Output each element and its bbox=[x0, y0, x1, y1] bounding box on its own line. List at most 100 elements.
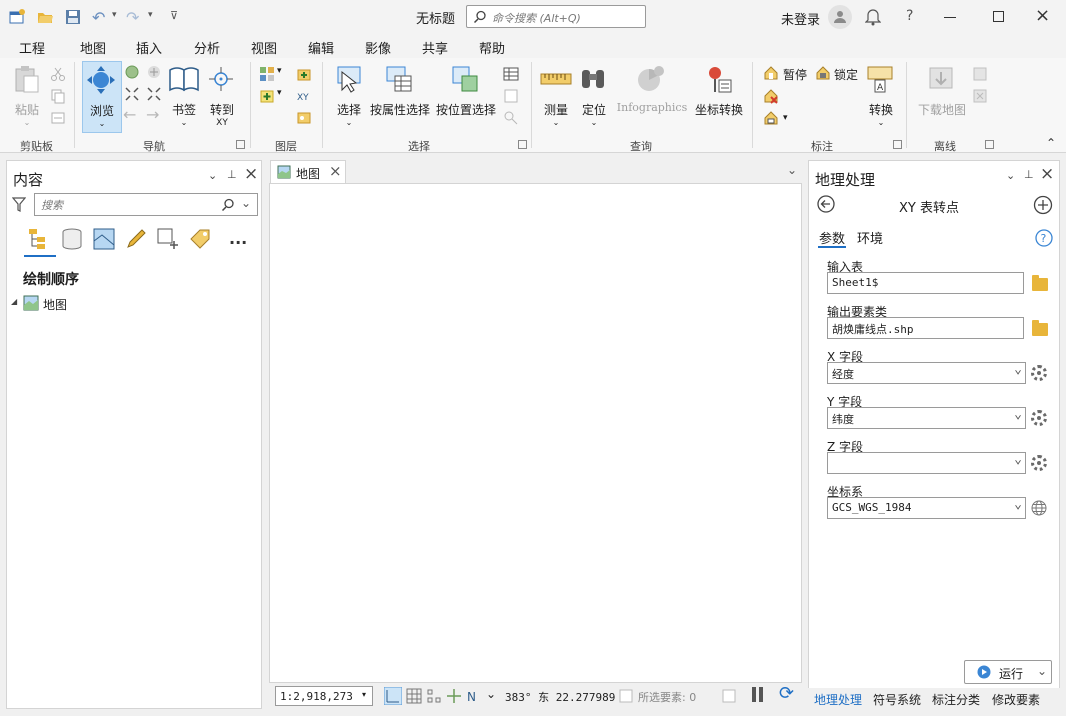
cut-icon[interactable] bbox=[50, 66, 66, 82]
add-graphics-layer-icon[interactable] bbox=[296, 110, 312, 126]
view-unplaced-icon[interactable] bbox=[763, 110, 779, 126]
download-map-button[interactable]: 下载地图 bbox=[916, 64, 968, 118]
tab-project[interactable]: 工程 bbox=[19, 38, 45, 57]
back-icon[interactable] bbox=[817, 195, 835, 213]
add-preset-dropdown-icon[interactable]: ▾ bbox=[277, 88, 282, 98]
scale-combobox[interactable]: 1:2,918,273 ▾ bbox=[275, 686, 373, 706]
close-pane-icon[interactable]: × bbox=[1040, 164, 1054, 184]
zoom-out-arrows-icon[interactable] bbox=[146, 86, 162, 102]
list-by-drawing-order-icon[interactable] bbox=[27, 227, 51, 251]
fixed-zoom-in-icon[interactable] bbox=[146, 64, 162, 80]
pause-labels-label[interactable]: 暂停 bbox=[783, 66, 807, 83]
add-preset-icon[interactable] bbox=[259, 88, 275, 104]
select-by-attributes-button[interactable]: 按属性选择 bbox=[370, 64, 430, 118]
y-field-select[interactable]: 纬度 bbox=[827, 407, 1026, 429]
explore-button[interactable]: 浏览 ⌄ bbox=[82, 61, 122, 133]
collapse-ribbon-icon[interactable]: ⌃ bbox=[1046, 136, 1056, 150]
lock-labels-icon[interactable] bbox=[815, 65, 831, 81]
avatar[interactable] bbox=[828, 5, 852, 29]
xy-data-icon[interactable]: XY bbox=[296, 88, 312, 104]
open-icon[interactable] bbox=[36, 8, 54, 26]
tab-insert[interactable]: 插入 bbox=[136, 38, 162, 57]
paste-button[interactable]: 粘贴 ⌄ bbox=[12, 64, 42, 127]
map-tab[interactable]: 地图 × bbox=[270, 160, 346, 183]
output-feature-class-field[interactable]: 胡焕庸线点.shp bbox=[827, 317, 1024, 339]
tab-view[interactable]: 视图 bbox=[251, 38, 277, 57]
navigate-dialog-launcher-icon[interactable] bbox=[236, 140, 245, 149]
pin-icon[interactable]: ⊥ bbox=[227, 168, 237, 181]
list-by-editing-icon[interactable] bbox=[124, 227, 148, 251]
z-field-select[interactable] bbox=[827, 452, 1026, 474]
sync-icon[interactable] bbox=[972, 66, 988, 82]
input-table-field[interactable]: Sheet1$ bbox=[827, 272, 1024, 294]
command-search-input[interactable]: 命令搜索 (Alt+Q) bbox=[466, 5, 646, 28]
select-by-location-button[interactable]: 按位置选择 bbox=[436, 64, 496, 118]
refresh-selection-icon[interactable] bbox=[722, 689, 736, 703]
add-data-icon[interactable] bbox=[296, 66, 312, 82]
gear-icon[interactable] bbox=[1031, 365, 1047, 381]
lock-labels-label[interactable]: 锁定 bbox=[834, 66, 858, 83]
grid-icon[interactable] bbox=[406, 688, 422, 704]
tab-share[interactable]: 共享 bbox=[422, 38, 448, 57]
list-by-selection-icon[interactable] bbox=[92, 227, 116, 251]
clear-selection-icon[interactable] bbox=[503, 88, 519, 104]
tab-imagery[interactable]: 影像 bbox=[365, 38, 391, 57]
full-extent-icon[interactable] bbox=[124, 64, 140, 80]
close-icon[interactable]: × bbox=[1035, 5, 1050, 26]
browse-folder-icon[interactable] bbox=[1032, 320, 1048, 336]
tab-analysis[interactable]: 分析 bbox=[194, 38, 220, 57]
goto-xy-button[interactable]: 转到 XY bbox=[206, 64, 238, 128]
tree-item-map[interactable]: 地图 bbox=[43, 296, 67, 313]
map-canvas[interactable] bbox=[269, 183, 802, 683]
list-by-snapping-icon[interactable] bbox=[156, 227, 180, 251]
tab-environments[interactable]: 环境 bbox=[857, 228, 883, 247]
pin-icon[interactable]: ⊥ bbox=[1024, 168, 1034, 181]
coordinate-system-select[interactable]: GCS_WGS_1984 bbox=[827, 497, 1026, 519]
refresh-icon[interactable]: ⟳ bbox=[779, 683, 794, 704]
x-field-select[interactable]: 经度 bbox=[827, 362, 1026, 384]
north-arrow-icon[interactable]: N bbox=[466, 688, 482, 704]
zoom-to-selection-icon[interactable] bbox=[503, 110, 519, 126]
tab-map[interactable]: 地图 bbox=[80, 38, 107, 62]
tool-help-icon[interactable]: ? bbox=[1035, 229, 1053, 247]
customize-qat-icon[interactable]: ⊽ bbox=[170, 9, 178, 22]
selection-dialog-launcher-icon[interactable] bbox=[518, 140, 527, 149]
browse-folder-icon[interactable] bbox=[1032, 275, 1048, 291]
filter-icon[interactable] bbox=[12, 197, 26, 213]
attributes-icon[interactable] bbox=[503, 66, 519, 82]
save-icon[interactable] bbox=[64, 8, 82, 26]
new-project-icon[interactable] bbox=[8, 8, 26, 26]
bookmarks-button[interactable]: 书签 ⌄ bbox=[166, 64, 202, 127]
previous-extent-icon[interactable]: ← bbox=[123, 105, 136, 124]
select-button[interactable]: 选择 ⌄ bbox=[334, 64, 364, 127]
add-tool-icon[interactable] bbox=[1033, 195, 1053, 215]
tab-parameters[interactable]: 参数 bbox=[819, 228, 845, 247]
pause-drawing-icon[interactable] bbox=[752, 687, 756, 702]
basemap-dropdown-icon[interactable]: ▾ bbox=[277, 66, 282, 76]
convert-labels-button[interactable]: A 转换 ⌄ bbox=[864, 64, 898, 127]
run-button[interactable]: 运行 ⌄ bbox=[964, 660, 1052, 684]
tab-modify-features[interactable]: 修改要素 bbox=[992, 691, 1040, 708]
pane-options-icon[interactable]: ⌄ bbox=[208, 169, 217, 182]
labeling-dialog-launcher-icon[interactable] bbox=[893, 140, 902, 149]
basemap-icon[interactable] bbox=[259, 66, 275, 82]
globe-icon[interactable] bbox=[1031, 500, 1047, 516]
list-by-source-icon[interactable] bbox=[60, 227, 84, 251]
coordinate-conversion-button[interactable]: 坐标转换 bbox=[694, 64, 744, 118]
contents-search-input[interactable]: 搜索 ⌄ bbox=[34, 193, 258, 216]
copy-icon[interactable] bbox=[50, 88, 66, 104]
snapping-icon[interactable] bbox=[384, 687, 402, 705]
unplaced-labels-icon[interactable] bbox=[763, 88, 779, 104]
undo-icon[interactable]: ↶ bbox=[92, 8, 105, 27]
infographics-button[interactable]: Infographics bbox=[614, 64, 690, 114]
tab-list-dropdown-icon[interactable]: ⌄ bbox=[787, 163, 797, 177]
minimize-icon[interactable] bbox=[944, 17, 956, 18]
view-unplaced-dropdown-icon[interactable]: ▾ bbox=[783, 113, 788, 123]
expand-arrow-icon[interactable]: ◢ bbox=[11, 297, 17, 306]
guides-icon[interactable] bbox=[426, 688, 442, 704]
close-tab-icon[interactable]: × bbox=[329, 162, 342, 180]
next-extent-icon[interactable]: → bbox=[146, 105, 159, 124]
offline-dialog-launcher-icon[interactable] bbox=[985, 140, 994, 149]
tab-label-classes[interactable]: 标注分类 bbox=[932, 691, 980, 708]
undo-dropdown-icon[interactable]: ▾ bbox=[112, 10, 117, 20]
